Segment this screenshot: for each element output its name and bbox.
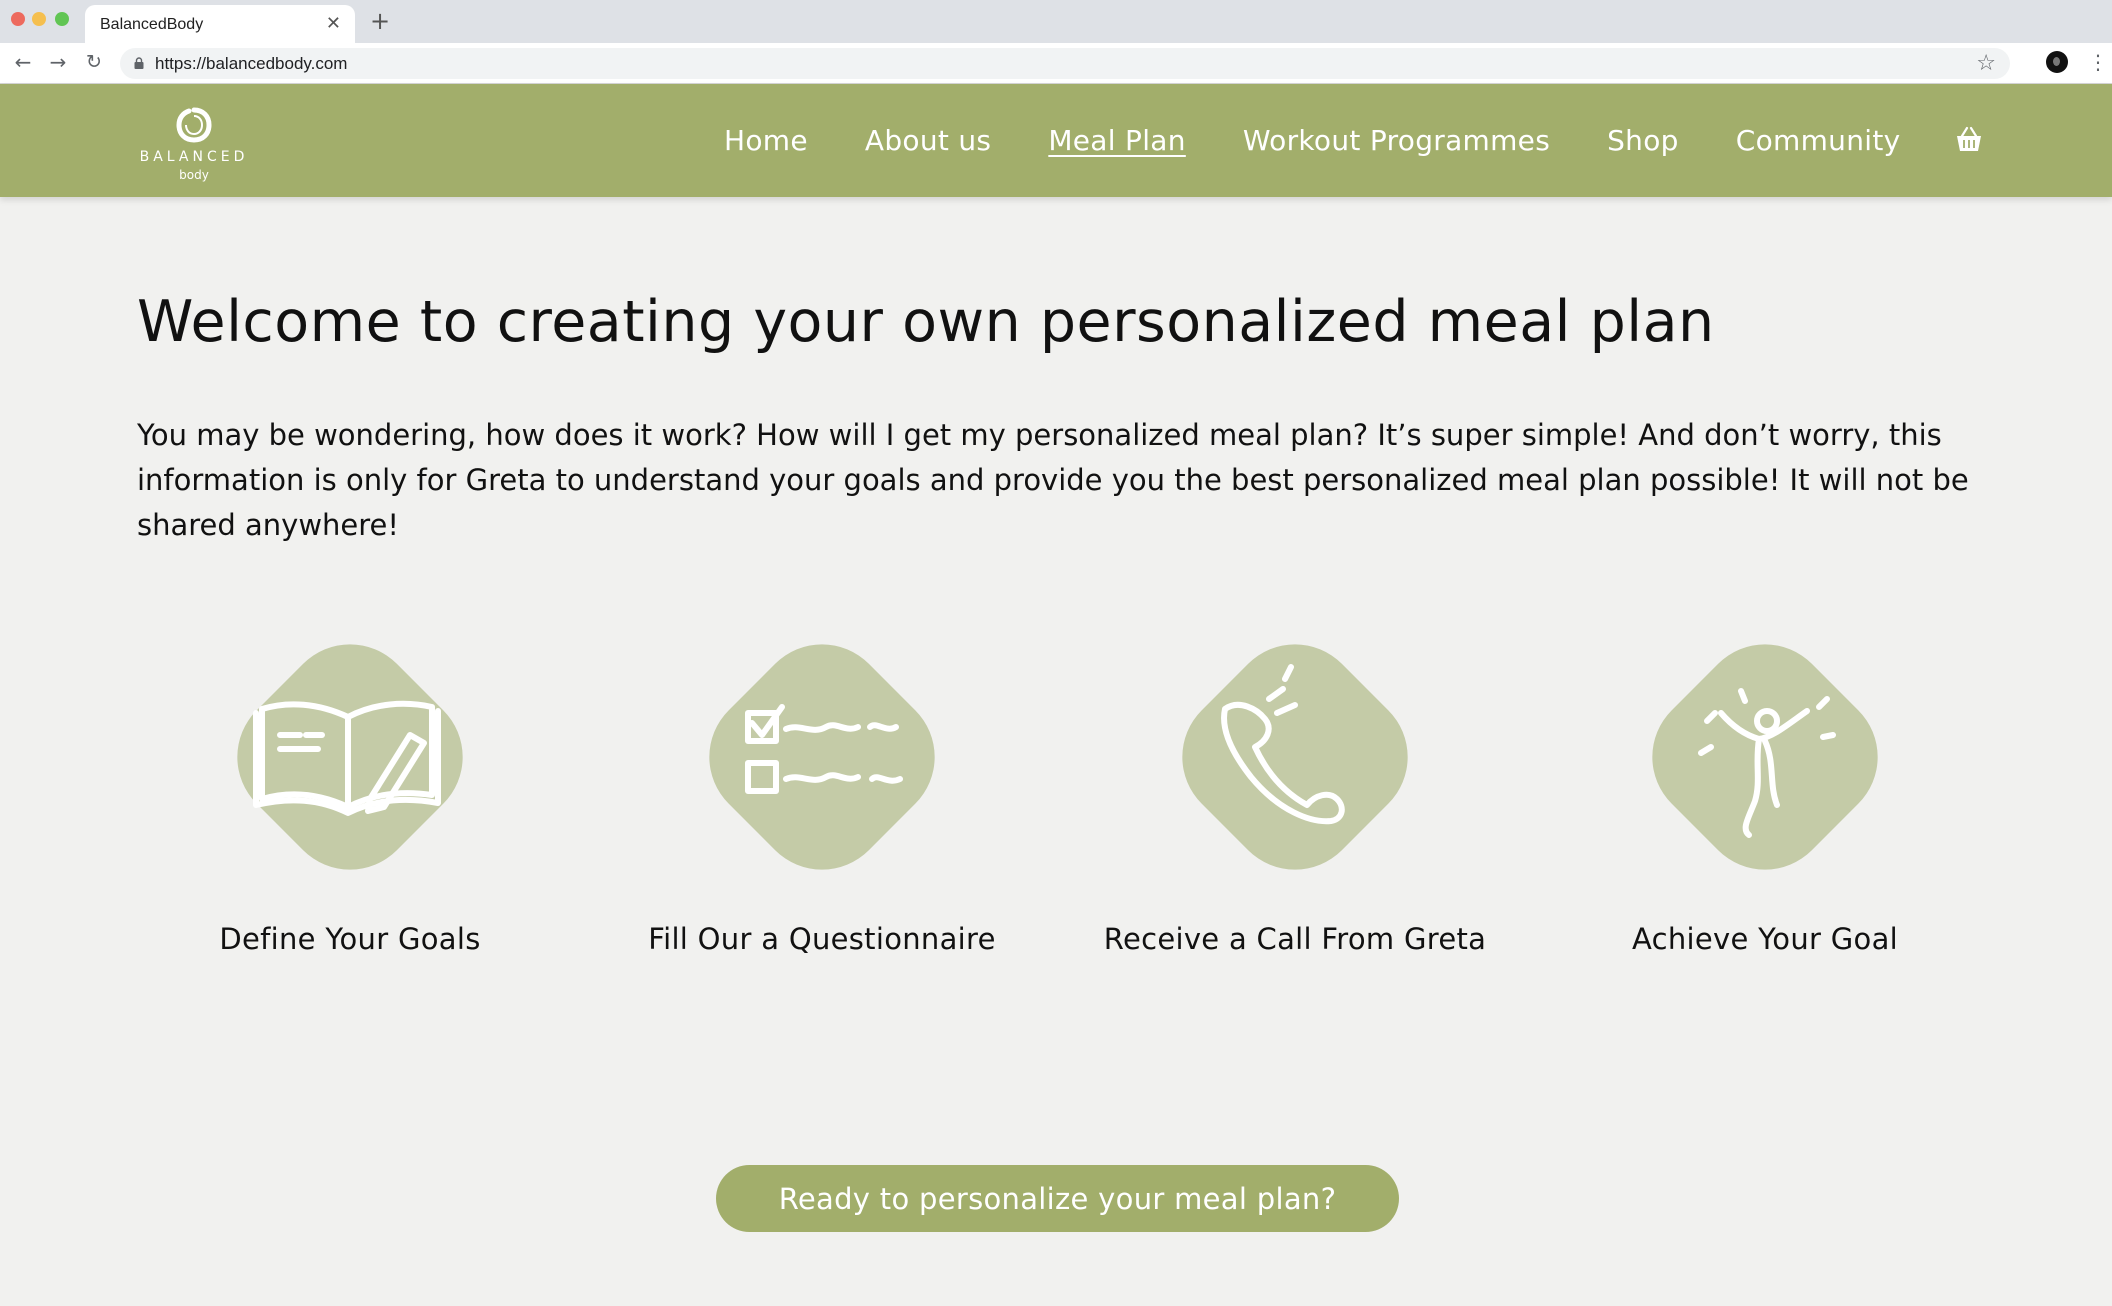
address-bar[interactable]: https://balancedbody.com ☆ (120, 48, 2010, 79)
nav-home[interactable]: Home (724, 124, 808, 157)
personalize-meal-plan-button[interactable]: Ready to personalize your meal plan? (716, 1165, 1399, 1232)
step-label: Receive a Call From Greta (1103, 922, 1487, 956)
new-tab-icon[interactable]: + (370, 7, 390, 35)
reload-icon[interactable]: ↻ (81, 49, 107, 75)
tab-title: BalancedBody (100, 16, 204, 33)
step-label: Fill Our a Questionnaire (648, 922, 996, 956)
logo-subword: body (179, 168, 209, 182)
notebook-pencil-icon (237, 644, 463, 870)
forward-arrow-icon[interactable]: → (45, 49, 71, 75)
main-content: Welcome to creating your own personalize… (0, 197, 2112, 1306)
intro-paragraph: You may be wondering, how does it work? … (137, 418, 1969, 542)
shopping-basket-icon[interactable] (1954, 125, 1984, 155)
lock-icon (134, 57, 144, 69)
bookmark-star-icon[interactable]: ☆ (1976, 51, 1996, 76)
browser-tab-bar: BalancedBody ✕ + (0, 0, 2112, 43)
browser-menu-icon[interactable]: ⋮ (2088, 50, 2108, 74)
tab-close-icon[interactable]: ✕ (326, 13, 341, 34)
window-minimize-button[interactable] (32, 12, 46, 26)
window-close-button[interactable] (11, 12, 25, 26)
nav-meal-plan[interactable]: Meal Plan (1048, 124, 1186, 157)
step-card: Receive a Call From Greta (1085, 617, 1505, 956)
phone-ringing-icon (1182, 644, 1408, 870)
page-title: Welcome to creating your own personalize… (137, 289, 1715, 355)
nav-shop[interactable]: Shop (1607, 124, 1679, 157)
step-label: Define Your Goals (219, 922, 481, 956)
logo-word: BALANCED (139, 149, 249, 165)
step-card: Define Your Goals (140, 617, 560, 956)
browser-tab[interactable]: BalancedBody ✕ (85, 5, 355, 43)
step-label: Achieve Your Goal (1631, 922, 1899, 956)
site-logo[interactable]: BALANCED body (138, 106, 250, 186)
steps-row: Define Your Goals Fill Our a Questionnai… (0, 617, 2112, 956)
back-arrow-icon[interactable]: ← (10, 49, 36, 75)
step-card: Fill Our a Questionnaire (612, 617, 1032, 956)
nav-community[interactable]: Community (1736, 124, 1901, 157)
url-text: https://balancedbody.com (155, 54, 348, 73)
browser-toolbar: ← → ↻ https://balancedbody.com ☆ ⋮ (0, 43, 2112, 84)
site-header: BALANCED body Home About us Meal Plan Wo… (0, 84, 2112, 197)
main-navigation: Home About us Meal Plan Workout Programm… (724, 120, 1984, 160)
logo-ring-icon (176, 107, 212, 143)
checklist-icon (709, 644, 935, 870)
nav-about-us[interactable]: About us (865, 124, 991, 157)
profile-avatar-icon[interactable] (2046, 51, 2068, 73)
nav-workout-programmes[interactable]: Workout Programmes (1243, 124, 1550, 157)
celebrating-person-icon (1652, 644, 1878, 870)
step-card: Achieve Your Goal (1555, 617, 1975, 956)
window-maximize-button[interactable] (55, 12, 69, 26)
